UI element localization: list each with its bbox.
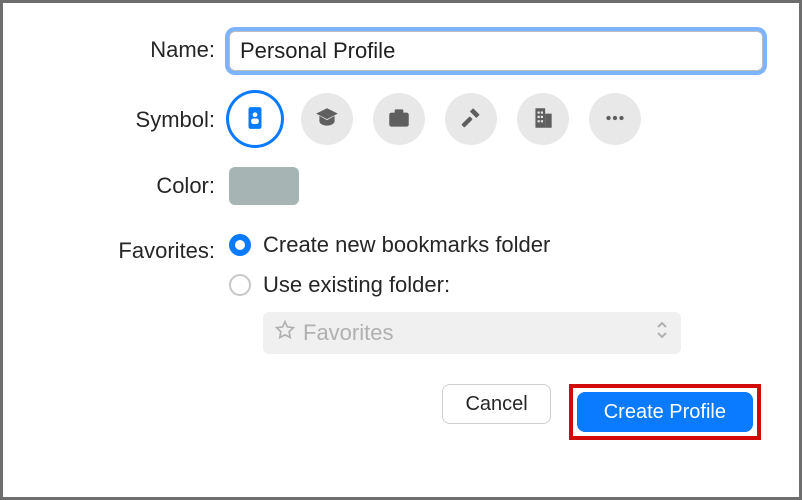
symbol-option-id-card[interactable]: [229, 93, 281, 145]
office-building-icon: [530, 105, 556, 134]
chevron-up-down-icon: [655, 320, 669, 346]
cancel-button[interactable]: Cancel: [442, 384, 550, 424]
radio-create-new[interactable]: Create new bookmarks folder: [229, 232, 763, 258]
folder-picker-value: Favorites: [303, 320, 393, 346]
favorites-label: Favorites:: [39, 232, 229, 264]
annotation-highlight: Create Profile: [569, 384, 761, 440]
color-swatch-button[interactable]: [229, 167, 299, 205]
color-label: Color:: [39, 167, 229, 199]
symbol-option-office-building[interactable]: [517, 93, 569, 145]
radio-use-existing[interactable]: Use existing folder:: [229, 272, 763, 298]
briefcase-icon: [386, 105, 412, 134]
symbol-option-hammer[interactable]: [445, 93, 497, 145]
symbol-label: Symbol:: [39, 93, 229, 133]
name-label: Name:: [39, 31, 229, 63]
color-row: Color:: [39, 167, 763, 210]
favorites-row: Favorites: Create new bookmarks folder U…: [39, 232, 763, 354]
radio-create-new-label: Create new bookmarks folder: [263, 232, 550, 258]
hammer-icon: [458, 105, 484, 134]
dialog-footer: Cancel Create Profile: [39, 384, 763, 440]
profile-dialog: Name: Symbol:: [3, 3, 799, 468]
symbol-option-briefcase[interactable]: [373, 93, 425, 145]
symbol-option-more[interactable]: [589, 93, 641, 145]
name-input[interactable]: [229, 31, 763, 71]
radio-use-existing-indicator: [229, 274, 251, 296]
graduation-cap-icon: [314, 105, 340, 134]
ellipsis-icon: [602, 105, 628, 134]
star-icon: [275, 320, 295, 346]
symbol-option-graduation-cap[interactable]: [301, 93, 353, 145]
radio-use-existing-label: Use existing folder:: [263, 272, 450, 298]
create-profile-button[interactable]: Create Profile: [577, 392, 753, 432]
folder-picker[interactable]: Favorites: [263, 312, 681, 354]
name-row: Name:: [39, 31, 763, 71]
radio-create-new-indicator: [229, 234, 251, 256]
id-card-icon: [242, 105, 268, 134]
symbol-row: Symbol:: [39, 93, 763, 145]
